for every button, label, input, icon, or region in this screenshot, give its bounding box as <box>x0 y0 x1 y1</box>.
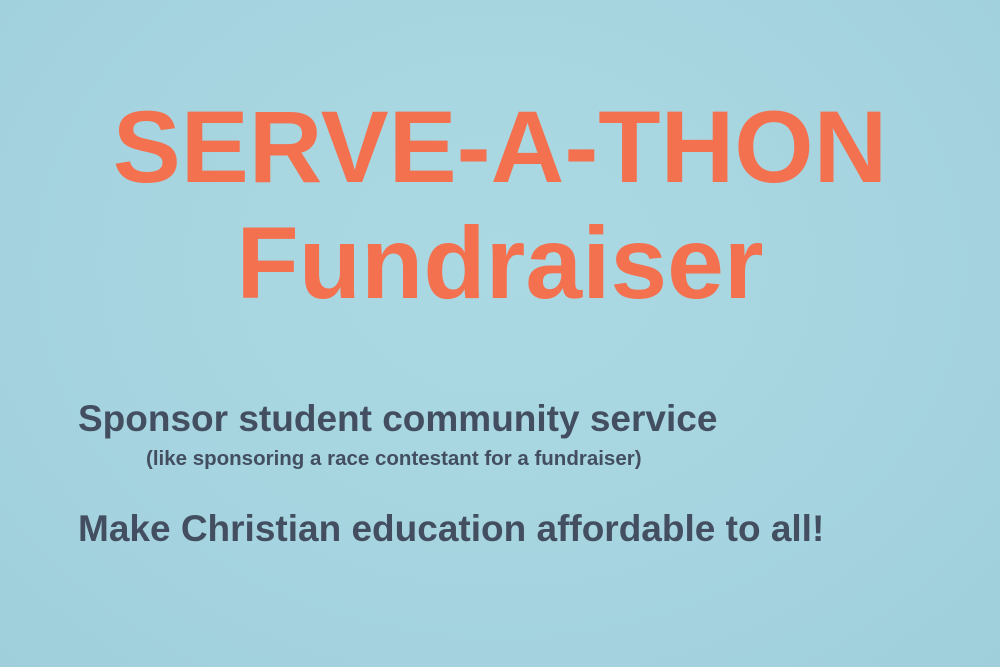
slide-title-line2: Fundraiser <box>236 206 764 320</box>
bullet-affordable: Make Christian education affordable to a… <box>78 508 825 549</box>
bullet-sponsor-note: (like sponsoring a race contestant for a… <box>146 447 642 470</box>
slide-title-line1: SERVE-A-THON <box>112 90 888 204</box>
bullet-sponsor: Sponsor student community service <box>78 398 718 439</box>
